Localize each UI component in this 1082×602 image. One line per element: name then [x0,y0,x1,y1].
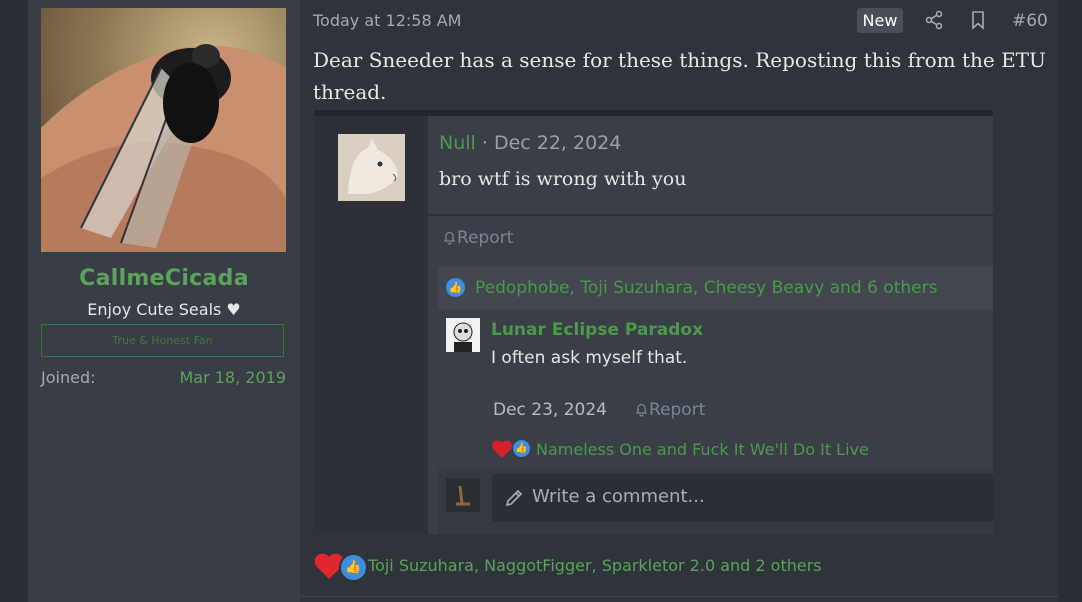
post-timestamp[interactable]: Today at 12:58 AM [313,11,461,30]
embed-author: Null [439,132,476,154]
like-icon: 👍 [513,440,530,457]
cicada-avatar[interactable] [41,8,286,252]
embed-report-link: Report [442,228,513,248]
bell-icon [443,231,456,245]
post-reactions-names[interactable]: Toji Suzuhara, NaggotFigger, Sparkletor … [368,556,822,575]
post-footer-divider [300,596,1058,597]
reply-author: Lunar Eclipse Paradox [491,320,704,340]
reply-report-link: Report [634,400,705,420]
heart-icon [492,440,512,458]
post-body: Dear Sneeder has a sense for these thing… [313,48,1046,104]
joined-value: Mar 18, 2019 [179,368,286,387]
reply-text: I often ask myself that. [491,348,688,368]
post-number[interactable]: #60 [1012,11,1048,31]
embed-date: Dec 22, 2024 [493,132,622,154]
embed-avatar-column [314,116,428,534]
comment-input: Write a comment... [492,474,993,522]
reply-date: Dec 23, 2024 [493,400,608,420]
embed-message-text: bro wtf is wrong with you [439,168,687,190]
comment-placeholder: Write a comment... [532,486,705,507]
comment-row: Write a comment... [438,468,993,534]
embed-reactions-names: Pedophobe, Toji Suzuhara, Cheesy Beavy a… [475,278,938,298]
bell-icon [635,403,648,417]
user-banner: True & Honest Fan [41,324,284,357]
user-title: Enjoy Cute Seals ♥ [87,300,241,319]
wolf-avatar [338,134,405,201]
share-icon[interactable] [924,10,944,30]
new-badge: New [857,8,903,33]
message-main: Today at 12:58 AM New #60 Dear Sneeder h… [300,0,1058,602]
commenter-avatar [446,478,480,512]
joined-label: Joined: [41,368,96,387]
like-icon: 👍 [339,553,368,582]
like-icon: 👍 [446,278,465,297]
embed-report-label: Report [457,228,514,248]
right-gutter [1058,0,1082,602]
page: CallmeCicada Enjoy Cute Seals ♥ True & H… [0,0,1082,602]
embed-author-line: Null · Dec 22, 2024 [439,132,621,154]
embed-reply: Lunar Eclipse Paradox I often ask myself… [438,312,993,534]
embed-reactions-bar: 👍 Pedophobe, Toji Suzuhara, Cheesy Beavy… [438,266,993,310]
username[interactable]: CallmeCicada [28,266,300,291]
skull-avatar [446,318,480,352]
bookmark-icon[interactable] [968,10,988,30]
user-sidebar: CallmeCicada Enjoy Cute Seals ♥ True & H… [28,0,300,602]
embedded-screenshot: Null · Dec 22, 2024 bro wtf is wrong wit… [314,110,993,534]
embed-divider [428,214,993,216]
embed-message: Null · Dec 22, 2024 bro wtf is wrong wit… [428,116,993,534]
pencil-icon [505,489,523,507]
reply-reactions-names: Nameless One and Fuck It We'll Do It Liv… [536,440,869,459]
reply-report-label: Report [649,400,706,420]
embed-separator: · [475,132,494,154]
left-gutter [0,0,28,602]
